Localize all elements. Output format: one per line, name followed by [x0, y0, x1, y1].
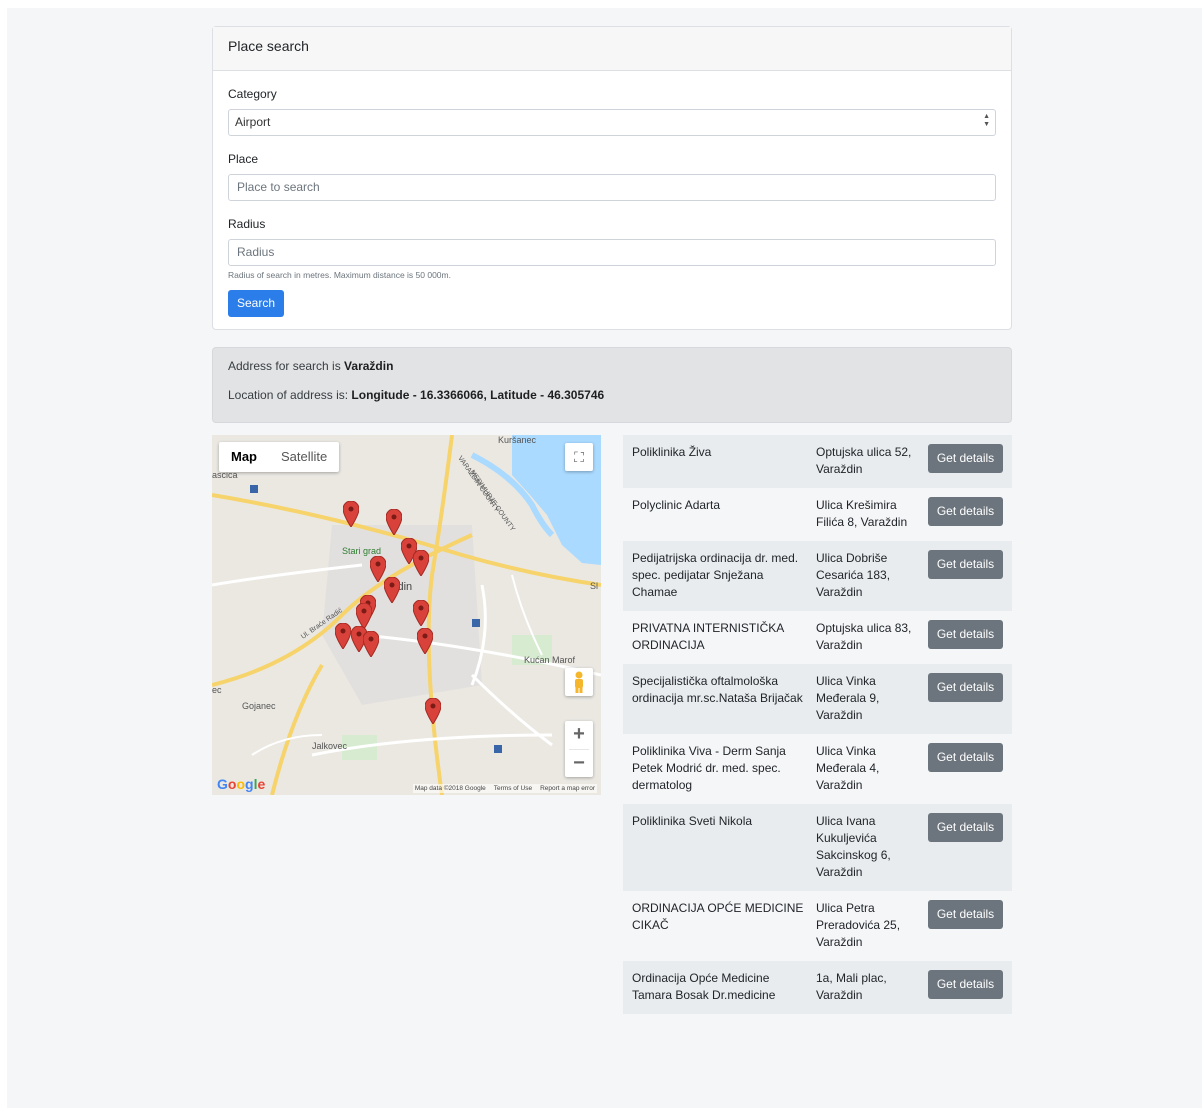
google-logo: Google	[217, 776, 266, 792]
place-search-card: Place search Category Airport ▲ ▼ Place P…	[212, 26, 1012, 330]
map-footer: Map data ©2018 Google Terms of Use Repor…	[412, 784, 597, 793]
result-name: ORDINACIJA OPĆE MEDICINE CIKAČ	[632, 901, 804, 932]
place-input[interactable]: Place to search	[228, 174, 996, 201]
result-address: Ulica Vinka Međerala 4, Varaždin	[816, 744, 880, 792]
map-data-attribution: Map data ©2018 Google	[414, 785, 486, 792]
result-row: ORDINACIJA OPĆE MEDICINE CIKAČ Ulica Pet…	[623, 891, 1012, 961]
map-pin-icon[interactable]	[425, 698, 441, 724]
map-label-kucan: Kućan Marof	[524, 655, 576, 665]
category-label: Category	[228, 87, 277, 101]
address-line: Address for search is Varaždin	[228, 359, 996, 373]
result-row: Poliklinika Živa Optujska ulica 52, Vara…	[623, 435, 1012, 488]
map-type-satellite-button[interactable]: Satellite	[269, 442, 339, 472]
result-name: Poliklinika Živa	[632, 445, 712, 459]
radius-help-text: Radius of search in metres. Maximum dist…	[228, 270, 451, 280]
result-address: Optujska ulica 83, Varaždin	[816, 621, 912, 652]
result-address: Optujska ulica 52, Varaždin	[816, 445, 912, 476]
address-info: Address for search is Varaždin Location …	[212, 347, 1012, 423]
zoom-in-button[interactable]: +	[565, 721, 593, 749]
result-address: Ulica Vinka Međerala 9, Varaždin	[816, 674, 880, 722]
get-details-button[interactable]: Get details	[928, 813, 1003, 842]
map-pin-icon[interactable]	[343, 501, 359, 527]
select-arrows-icon: ▲ ▼	[983, 113, 990, 128]
map-label-kursanec: Kuršanec	[498, 435, 537, 445]
get-details-button[interactable]: Get details	[928, 497, 1003, 526]
result-row: Specijalistička oftalmološka ordinacija …	[623, 664, 1012, 734]
get-details-button[interactable]: Get details	[928, 444, 1003, 473]
result-address: 1a, Mali plac, Varaždin	[816, 971, 887, 1002]
result-row: PRIVATNA INTERNISTIČKA ORDINACIJA Optujs…	[623, 611, 1012, 664]
result-address: Ulica Dobriše Cesarića 183, Varaždin	[816, 551, 891, 599]
result-address: Ulica Ivana Kukuljevića Sakcinskog 6, Va…	[816, 814, 891, 879]
map-pin-icon[interactable]	[413, 600, 429, 626]
result-row: Poliklinika Viva - Derm Sanja Petek Modr…	[623, 734, 1012, 804]
get-details-button[interactable]: Get details	[928, 620, 1003, 649]
result-row: Poliklinika Sveti Nikola Ulica Ivana Kuk…	[623, 804, 1012, 891]
map-pin-icon[interactable]	[384, 577, 400, 603]
result-name: Poliklinika Viva - Derm Sanja Petek Modr…	[632, 744, 786, 792]
fullscreen-icon[interactable]: ⛶	[565, 443, 593, 471]
report-map-error-link[interactable]: Report a map error	[540, 785, 595, 792]
result-row: Ordinacija Opće Medicine Tamara Bosak Dr…	[623, 961, 1012, 1014]
street-view-pegman-icon[interactable]	[565, 668, 593, 696]
location-prefix: Location of address is:	[228, 388, 352, 402]
map-pin-icon[interactable]	[413, 550, 429, 576]
result-name: PRIVATNA INTERNISTIČKA ORDINACIJA	[632, 621, 784, 652]
result-name: Pedijatrijska ordinacija dr. med. spec. …	[632, 551, 799, 599]
map-view[interactable]: Kuršanec ascica MEĐIMURJE COUNTY VARAŽDI…	[212, 435, 601, 795]
map-pin-icon[interactable]	[417, 628, 433, 654]
terms-of-use-link[interactable]: Terms of Use	[494, 785, 532, 792]
search-button[interactable]: Search	[228, 290, 285, 317]
zoom-control: + −	[565, 721, 593, 777]
radius-label: Radius	[228, 217, 266, 231]
location-line: Location of address is: Longitude - 16.3…	[228, 388, 996, 402]
results-list: Poliklinika Živa Optujska ulica 52, Vara…	[623, 435, 1012, 1014]
result-name: Poliklinika Sveti Nikola	[632, 814, 753, 828]
result-name: Specijalistička oftalmološka ordinacija …	[632, 674, 803, 705]
map-label-gojanec: Gojanec	[242, 701, 276, 711]
get-details-button[interactable]: Get details	[928, 550, 1003, 579]
get-details-button[interactable]: Get details	[928, 970, 1003, 999]
result-address: Ulica Petra Preradovića 25, Varaždin	[816, 901, 901, 949]
zoom-out-button[interactable]: −	[565, 750, 593, 778]
result-address: Ulica Krešimira Filića 8, Varaždin	[816, 498, 908, 529]
result-name: Polyclinic Adarta	[632, 498, 721, 512]
address-name: Varaždin	[344, 359, 394, 373]
category-select[interactable]: Airport ▲ ▼	[228, 109, 996, 136]
map-type-map-button[interactable]: Map	[219, 442, 269, 472]
place-label: Place	[228, 152, 259, 166]
map-pin-icon[interactable]	[386, 509, 402, 535]
category-selected-value: Airport	[235, 115, 271, 129]
map-type-control: Map Satellite	[219, 442, 340, 472]
map-label-stari-grad: Stari grad	[342, 546, 382, 556]
map-label-ec: ec	[212, 685, 222, 695]
result-name: Ordinacija Opće Medicine Tamara Bosak Dr…	[632, 971, 776, 1002]
result-row: Pedijatrijska ordinacija dr. med. spec. …	[623, 541, 1012, 611]
address-prefix: Address for search is	[228, 359, 345, 373]
map-label-si: Sl	[590, 581, 599, 591]
location-coordinates: Longitude - 16.3366066, Latitude - 46.30…	[351, 388, 605, 402]
get-details-button[interactable]: Get details	[928, 673, 1003, 702]
card-title: Place search	[213, 27, 1011, 71]
result-row: Polyclinic Adarta Ulica Krešimira Filića…	[623, 488, 1012, 541]
map-pin-icon[interactable]	[335, 623, 351, 649]
get-details-button[interactable]: Get details	[928, 900, 1003, 929]
map-label-jalkovec: Jalkovec	[312, 741, 348, 751]
map-pin-icon[interactable]	[363, 631, 379, 657]
get-details-button[interactable]: Get details	[928, 743, 1003, 772]
radius-input[interactable]: Radius	[228, 239, 996, 266]
map-tiles	[212, 435, 601, 795]
